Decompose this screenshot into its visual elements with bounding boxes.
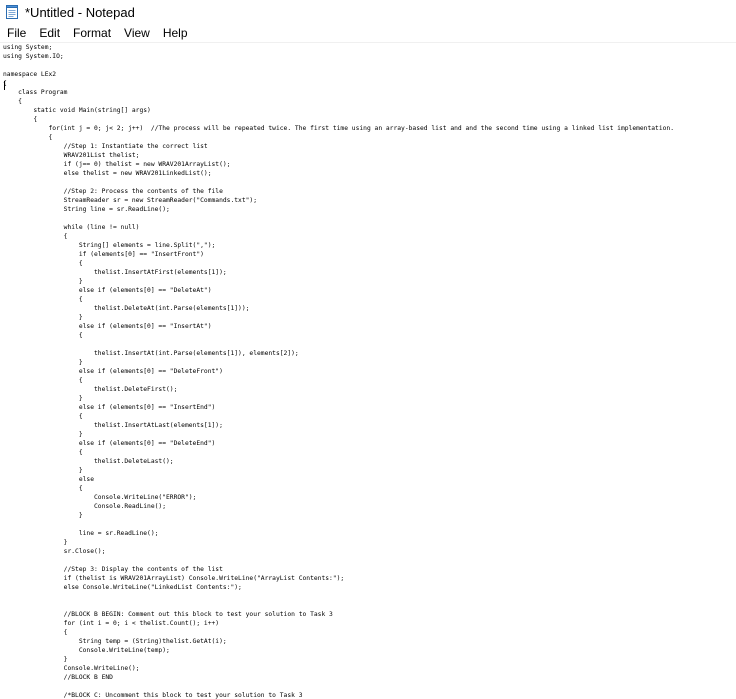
menu-format[interactable]: Format (66, 24, 117, 42)
menu-bar: File Edit Format View Help (0, 24, 736, 42)
text-editor[interactable]: using System; using System.IO; namespace… (0, 43, 736, 699)
menu-view[interactable]: View (117, 24, 156, 42)
title-bar: *Untitled - Notepad (0, 0, 736, 24)
editor-text[interactable]: using System; using System.IO; namespace… (3, 43, 674, 699)
window-title: *Untitled - Notepad (25, 4, 135, 20)
notepad-icon (4, 4, 20, 20)
menu-help[interactable]: Help (156, 24, 194, 42)
menu-file[interactable]: File (0, 24, 32, 42)
menu-edit[interactable]: Edit (32, 24, 66, 42)
text-caret (4, 81, 5, 90)
